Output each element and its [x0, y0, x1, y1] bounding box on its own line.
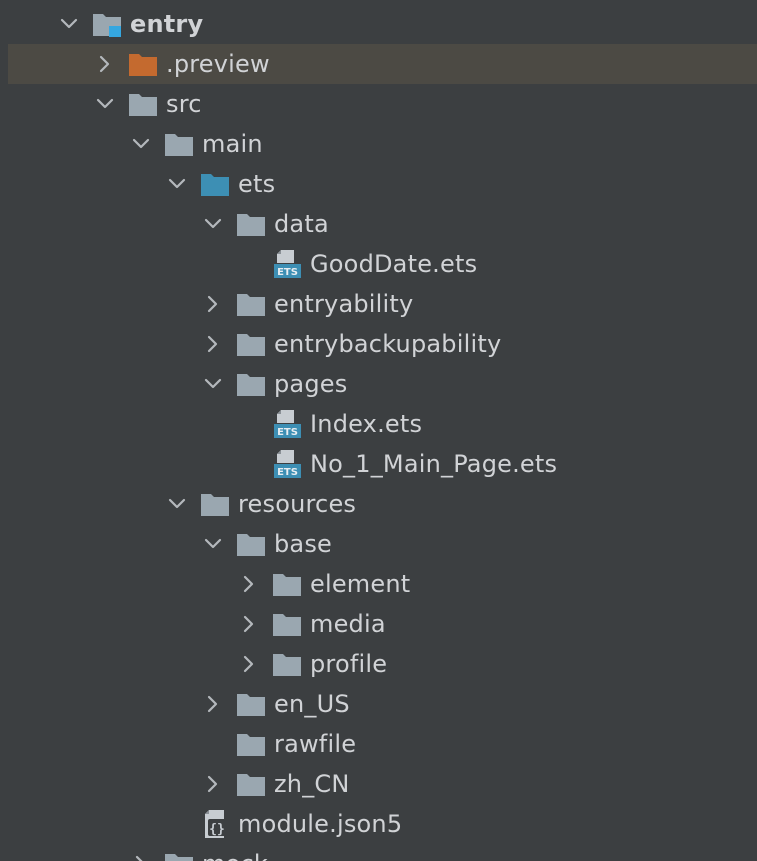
tree-item-label: Index.ets [310, 410, 423, 438]
source-folder-icon [200, 172, 230, 198]
tree-item-label: src [166, 90, 202, 118]
tree-item-label: resources [238, 490, 357, 518]
chevron-right-icon[interactable] [204, 775, 222, 793]
folder-icon [236, 732, 266, 758]
tree-row-main[interactable]: main [8, 124, 757, 164]
tree-row-preview[interactable]: .preview [8, 44, 757, 84]
chevron-down-icon[interactable] [204, 215, 222, 233]
folder-icon [164, 132, 194, 158]
chevron-right-icon[interactable] [132, 855, 150, 861]
tree-row-en-us[interactable]: en_US [8, 684, 757, 724]
folder-icon [236, 372, 266, 398]
module-folder-icon [92, 12, 122, 38]
chevron-right-icon[interactable] [204, 335, 222, 353]
chevron-down-icon[interactable] [168, 495, 186, 513]
ets-file-icon: ETS [272, 409, 302, 438]
tree-row-resources[interactable]: resources [8, 484, 757, 524]
svg-text:ETS: ETS [277, 467, 298, 478]
tree-item-label: zh_CN [274, 770, 350, 798]
ets-file-icon: ETS [272, 449, 302, 478]
tree-row-entrybackupability[interactable]: entrybackupability [8, 324, 757, 364]
chevron-down-icon[interactable] [168, 175, 186, 193]
chevron-down-icon[interactable] [96, 95, 114, 113]
tree-row-data[interactable]: data [8, 204, 757, 244]
chevron-down-icon[interactable] [60, 15, 78, 33]
tree-item-label: No_1_Main_Page.ets [310, 450, 558, 478]
folder-icon [236, 332, 266, 358]
excluded-folder-icon [128, 52, 158, 78]
folder-icon [164, 852, 194, 861]
folder-icon [236, 532, 266, 558]
chevron-right-icon[interactable] [240, 575, 258, 593]
tree-item-label: .preview [166, 50, 270, 78]
chevron-down-icon[interactable] [204, 535, 222, 553]
folder-icon [272, 652, 302, 678]
svg-text:ETS: ETS [277, 267, 298, 278]
tree-item-label: entry [130, 10, 204, 38]
folder-icon [236, 692, 266, 718]
svg-text:ETS: ETS [277, 427, 298, 438]
tree-row-entry[interactable]: entry [8, 4, 757, 44]
folder-icon [272, 572, 302, 598]
tree-item-label: entryability [274, 290, 414, 318]
project-tree: entry .preview src main ets data ETS GoodDate.e… [0, 0, 757, 861]
tree-row-base[interactable]: base [8, 524, 757, 564]
tree-item-label: mock [202, 850, 268, 861]
tree-row-ets[interactable]: ets [8, 164, 757, 204]
tree-row-rawfile[interactable]: rawfile [8, 724, 757, 764]
tree-row-src[interactable]: src [8, 84, 757, 124]
tree-item-label: element [310, 570, 411, 598]
json-file-icon: {} [200, 809, 230, 838]
chevron-right-icon[interactable] [204, 695, 222, 713]
tree-row-profile[interactable]: profile [8, 644, 757, 684]
chevron-right-icon[interactable] [240, 615, 258, 633]
tree-row-media[interactable]: media [8, 604, 757, 644]
chevron-down-icon[interactable] [204, 375, 222, 393]
tree-item-label: main [202, 130, 263, 158]
tree-row-no-1-main-page-ets[interactable]: ETS No_1_Main_Page.ets [8, 444, 757, 484]
tree-row-mock[interactable]: mock [8, 844, 757, 861]
folder-icon [236, 212, 266, 238]
folder-icon [200, 492, 230, 518]
chevron-down-icon[interactable] [132, 135, 150, 153]
ets-file-icon: ETS [272, 249, 302, 278]
tree-item-label: media [310, 610, 386, 638]
tree-item-label: ets [238, 170, 276, 198]
tree-item-label: pages [274, 370, 348, 398]
tree-item-label: rawfile [274, 730, 357, 758]
tree-row-module-json5[interactable]: {} module.json5 [8, 804, 757, 844]
tree-item-label: module.json5 [238, 810, 403, 838]
folder-icon [236, 292, 266, 318]
tree-item-label: base [274, 530, 333, 558]
chevron-right-icon[interactable] [204, 295, 222, 313]
tree-item-label: data [274, 210, 329, 238]
tree-row-index-ets[interactable]: ETS Index.ets [8, 404, 757, 444]
folder-icon [128, 92, 158, 118]
tree-item-label: profile [310, 650, 388, 678]
tree-item-label: en_US [274, 690, 350, 718]
folder-icon [272, 612, 302, 638]
tree-row-zh-cn[interactable]: zh_CN [8, 764, 757, 804]
chevron-right-icon[interactable] [240, 655, 258, 673]
tree-row-element[interactable]: element [8, 564, 757, 604]
tree-item-label: entrybackupability [274, 330, 502, 358]
tree-row-entryability[interactable]: entryability [8, 284, 757, 324]
tree-item-label: GoodDate.ets [310, 250, 478, 278]
folder-icon [236, 772, 266, 798]
chevron-right-icon[interactable] [96, 55, 114, 73]
tree-row-pages[interactable]: pages [8, 364, 757, 404]
tree-row-gooddate-ets[interactable]: ETS GoodDate.ets [8, 244, 757, 284]
svg-text:{}: {} [209, 822, 225, 837]
